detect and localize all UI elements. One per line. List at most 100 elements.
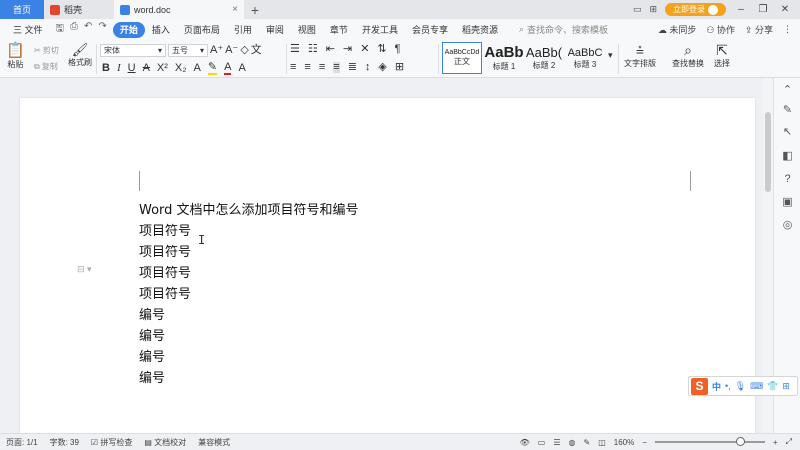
share-button[interactable]: ⇪ 分享 [745,23,773,36]
align-center-icon[interactable]: ≡ [304,62,310,73]
style-heading-3[interactable]: AaBbC 标题 3 [565,42,605,74]
doc-line[interactable]: 编号 [139,367,165,386]
spell-check-toggle[interactable]: ☑ 拼写检查 [91,437,132,448]
cut-button[interactable]: ✂ 剪切 [34,45,59,56]
style-heading-2[interactable]: AaBb( 标题 2 [525,42,563,74]
doc-line[interactable]: 编号 [139,304,165,323]
italic-icon[interactable]: I [117,63,121,74]
menu-docer-resources[interactable]: 稻壳资源 [455,22,505,38]
doc-proofread-button[interactable]: ▤ 文档校对 [144,437,186,448]
scroll-thumb[interactable] [765,112,771,192]
print-icon[interactable]: ⎙ [70,21,78,38]
doc-line[interactable]: 项目符号 [139,262,191,281]
font-name-select[interactable]: 宋体 ▾ [100,44,166,57]
menu-insert[interactable]: 插入 [145,22,177,38]
clear-format-icon[interactable]: ◇ [240,45,248,56]
shading-icon[interactable]: ◈ [378,62,386,73]
restore-icon[interactable]: ❐ [756,4,770,15]
pinyin-icon[interactable]: 文 [251,45,262,56]
align-left-icon[interactable]: ≡ [290,62,296,73]
menu-reference[interactable]: 引用 [227,22,259,38]
menu-member[interactable]: 会员专享 [405,22,455,38]
tab-home[interactable]: 首页 [0,0,44,19]
collaborate-button[interactable]: ⚇ 协作 [706,23,735,36]
align-right-icon[interactable]: ≡ [319,62,325,73]
style-heading-1[interactable]: AaBb 标题 1 [484,42,524,74]
collapse-up-icon[interactable]: ⌃ [781,84,794,97]
tab-close-icon[interactable]: × [232,4,238,15]
image-icon[interactable]: ▣ [781,196,794,209]
eye-protect-icon[interactable]: 👁 [520,438,530,447]
word-count[interactable]: 字数: 39 [50,437,79,448]
page-view-icon[interactable]: ▭ [538,438,546,447]
menu-view[interactable]: 视图 [291,22,323,38]
menu-chapter[interactable]: 章节 [323,22,355,38]
sync-status[interactable]: ☁ 未同步 [658,23,697,36]
select-button[interactable]: ⇱ 选择 [714,43,730,69]
zoom-level[interactable]: 160% [614,438,634,447]
location-icon[interactable]: ◎ [781,219,794,232]
skin-icon[interactable]: 👕 [767,381,778,392]
grid-icon[interactable]: ⊞ [649,4,657,15]
layout-icon[interactable]: ▭ [633,4,642,15]
chinese-layout-icon[interactable]: ✕ [360,44,369,55]
ime-logo[interactable]: S [691,377,708,395]
doc-line[interactable]: 编号 [139,346,165,365]
decrease-indent-icon[interactable]: ⇤ [326,44,335,55]
page-indicator[interactable]: 页面: 1/1 [6,437,38,448]
grow-font-icon[interactable]: A⁺ [210,45,223,56]
login-button[interactable]: 立即登录 [665,3,726,16]
menu-page-layout[interactable]: 页面布局 [177,22,227,38]
doc-line[interactable]: 项目符号 [139,220,191,239]
web-view-icon[interactable]: ◍ [569,438,576,447]
copy-button[interactable]: ⧉ 复制 [34,61,58,72]
zoom-out-icon[interactable]: − [642,438,647,447]
border-icon[interactable]: ⊞ [395,62,404,73]
close-window-icon[interactable]: ✕ [778,4,792,15]
subscript-icon[interactable]: X₂ [175,63,187,74]
styles-expand-icon[interactable]: ▾ [608,50,613,61]
minimize-icon[interactable]: – [734,4,748,15]
find-replace-button[interactable]: ⌕ 查找替换 [672,43,704,69]
document-page[interactable]: Word 文档中怎么添加项目符号和编号 项目符号 项目符号 项目符号 项目符号 … [20,98,755,438]
justify-icon[interactable]: ≡ [333,62,340,73]
text-effect-icon[interactable]: A [194,63,201,74]
ime-menu-icon[interactable]: ⊞ [782,381,790,392]
zoom-slider[interactable] [654,437,765,446]
menu-file[interactable]: 三 文件 [6,22,50,38]
tab-word-doc[interactable]: word.doc × [114,0,244,19]
font-size-select[interactable]: 五号 ▾ [168,44,208,57]
char-border-icon[interactable]: A [238,63,245,74]
redo-icon[interactable]: ↷ [98,21,106,38]
command-search[interactable]: ⌕ 查找命令、搜索模板 [519,23,608,36]
write-mode-icon[interactable]: ✎ [584,438,591,447]
outline-view-icon[interactable]: ☰ [553,438,560,447]
punctuation-icon[interactable]: •, [725,381,731,391]
strikethrough-icon[interactable]: A [143,63,150,74]
new-tab-button[interactable]: + [244,0,266,19]
menu-review[interactable]: 审阅 [259,22,291,38]
menu-dev-tools[interactable]: 开发工具 [355,22,405,38]
font-color-icon[interactable]: A [224,62,232,75]
doc-line[interactable]: 编号 [139,325,165,344]
fit-page-icon[interactable]: ⤢ [786,437,792,447]
doc-line[interactable]: 项目符号 [139,283,191,302]
increase-indent-icon[interactable]: ⇥ [343,44,352,55]
doc-line[interactable]: 项目符号 [139,241,191,260]
format-painter-button[interactable]: 🖌 格式刷 [68,43,92,68]
help-icon[interactable]: ? [781,173,794,186]
text-layout-button[interactable]: ⩮ 文字排版 [624,43,656,69]
read-mode-icon[interactable]: ◫ [598,438,606,447]
shrink-font-icon[interactable]: A⁻ [225,45,238,56]
sort-icon[interactable]: ⇅ [377,44,386,55]
edit-pencil-icon[interactable]: ✎ [781,104,794,117]
bold-icon[interactable]: B [102,63,110,74]
paragraph-handle-icon[interactable]: ⊟ ▾ [77,264,92,275]
ime-mode[interactable]: 中 [712,380,721,393]
zoom-slider-knob[interactable] [735,437,745,446]
bullet-list-icon[interactable]: ☰ [290,44,300,55]
underline-icon[interactable]: U [128,63,136,74]
menu-start[interactable]: 开始 [112,21,145,38]
line-spacing-icon[interactable]: ↕ [365,62,371,73]
numbered-list-icon[interactable]: ☷ [308,44,318,55]
